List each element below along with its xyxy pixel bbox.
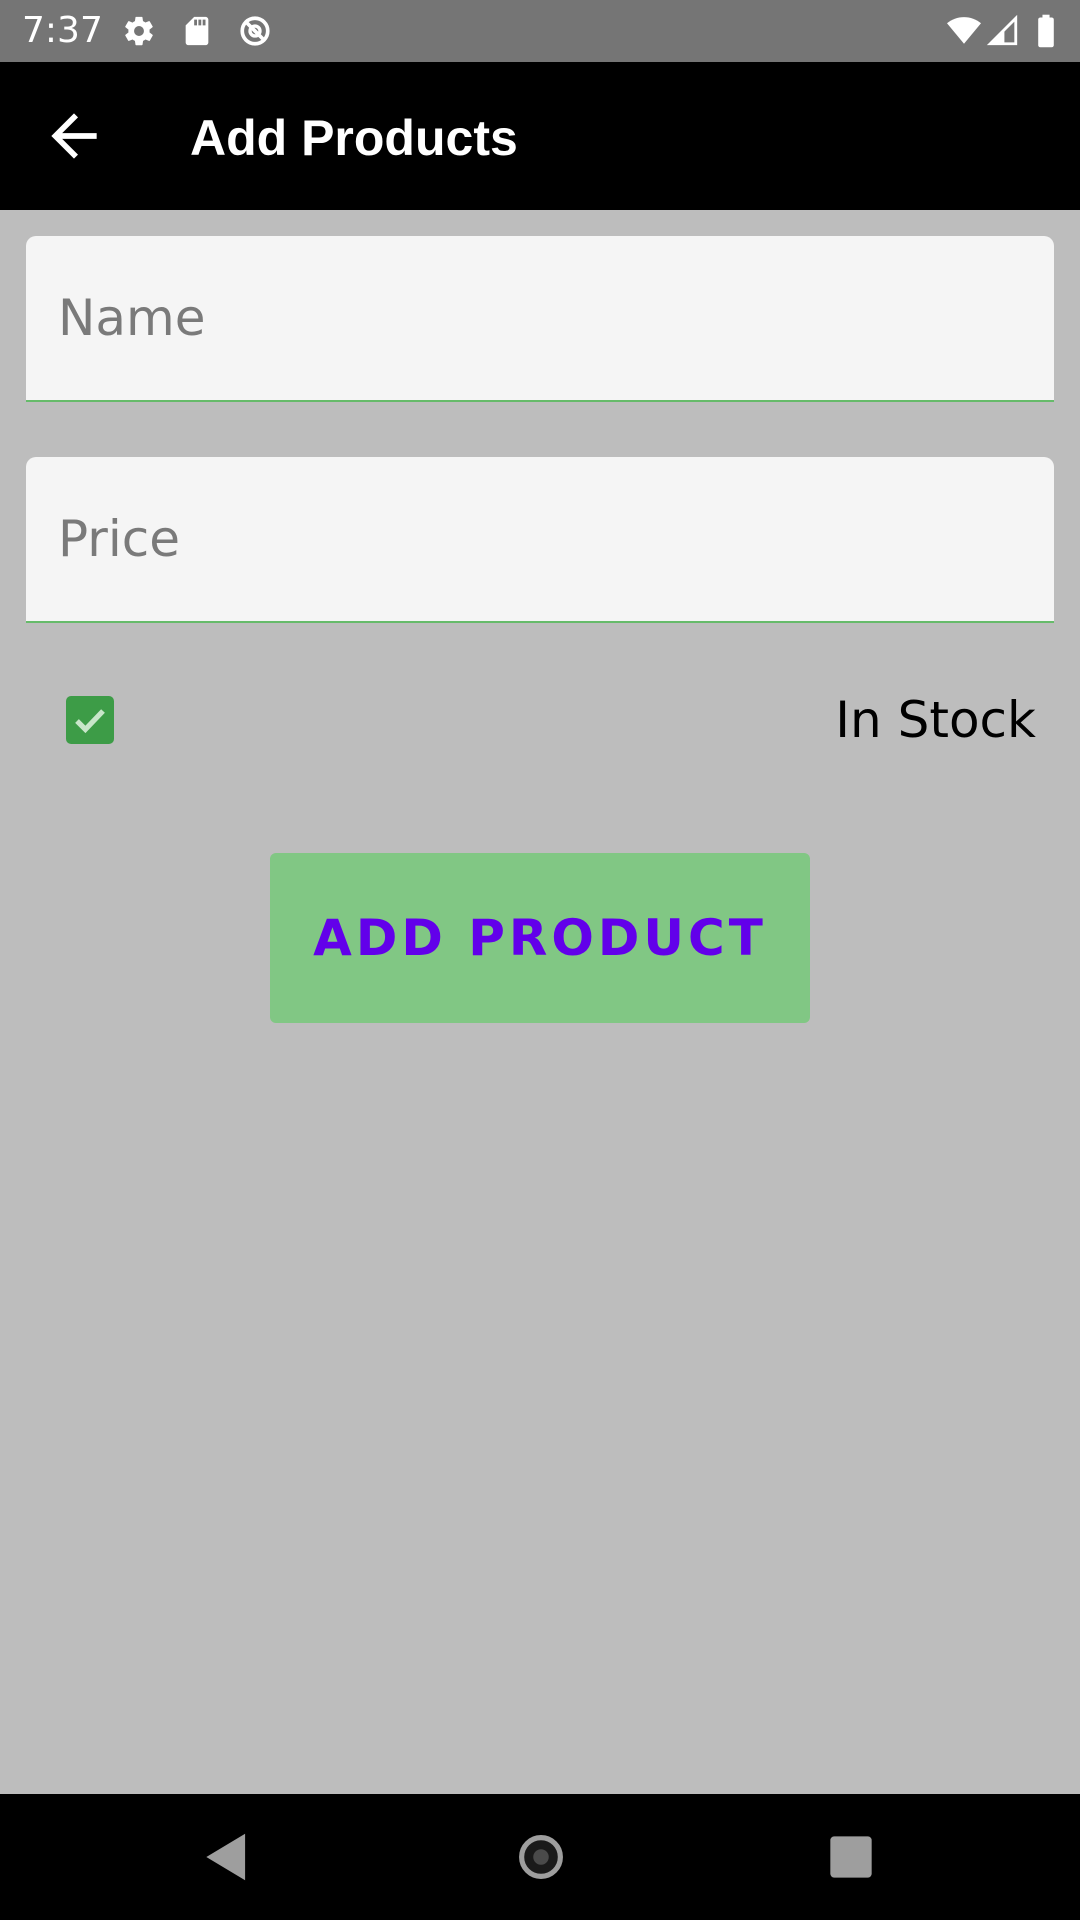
price-field[interactable] <box>26 457 1054 623</box>
home-circle-icon <box>510 1826 572 1888</box>
nav-recents-button[interactable] <box>820 1826 882 1888</box>
recents-square-icon <box>820 1826 882 1888</box>
name-field[interactable] <box>26 236 1054 402</box>
sd-card-icon <box>180 14 214 48</box>
cell-signal-icon <box>986 14 1020 48</box>
checkmark-icon <box>66 696 114 744</box>
name-input[interactable] <box>58 236 1018 400</box>
nav-home-button[interactable] <box>510 1826 572 1888</box>
back-button[interactable] <box>40 102 108 170</box>
in-stock-checkbox[interactable] <box>66 696 114 744</box>
add-product-button[interactable]: ADD PRODUCT <box>270 853 810 1023</box>
back-triangle-icon <box>196 1826 258 1888</box>
app-bar: Add Products <box>0 62 1080 210</box>
arrow-back-icon <box>40 102 108 170</box>
price-input[interactable] <box>58 457 1018 621</box>
nav-back-button[interactable] <box>196 1826 258 1888</box>
page-title: Add Products <box>190 110 518 166</box>
battery-icon <box>1034 14 1058 48</box>
wifi-icon <box>944 14 984 48</box>
status-bar: 7:37 <box>0 0 1080 62</box>
gear-icon <box>122 14 156 48</box>
status-time: 7:37 <box>22 10 103 51</box>
navigation-bar <box>0 1794 1080 1920</box>
data-saver-icon <box>238 14 272 48</box>
in-stock-label: In Stock <box>835 691 1036 749</box>
